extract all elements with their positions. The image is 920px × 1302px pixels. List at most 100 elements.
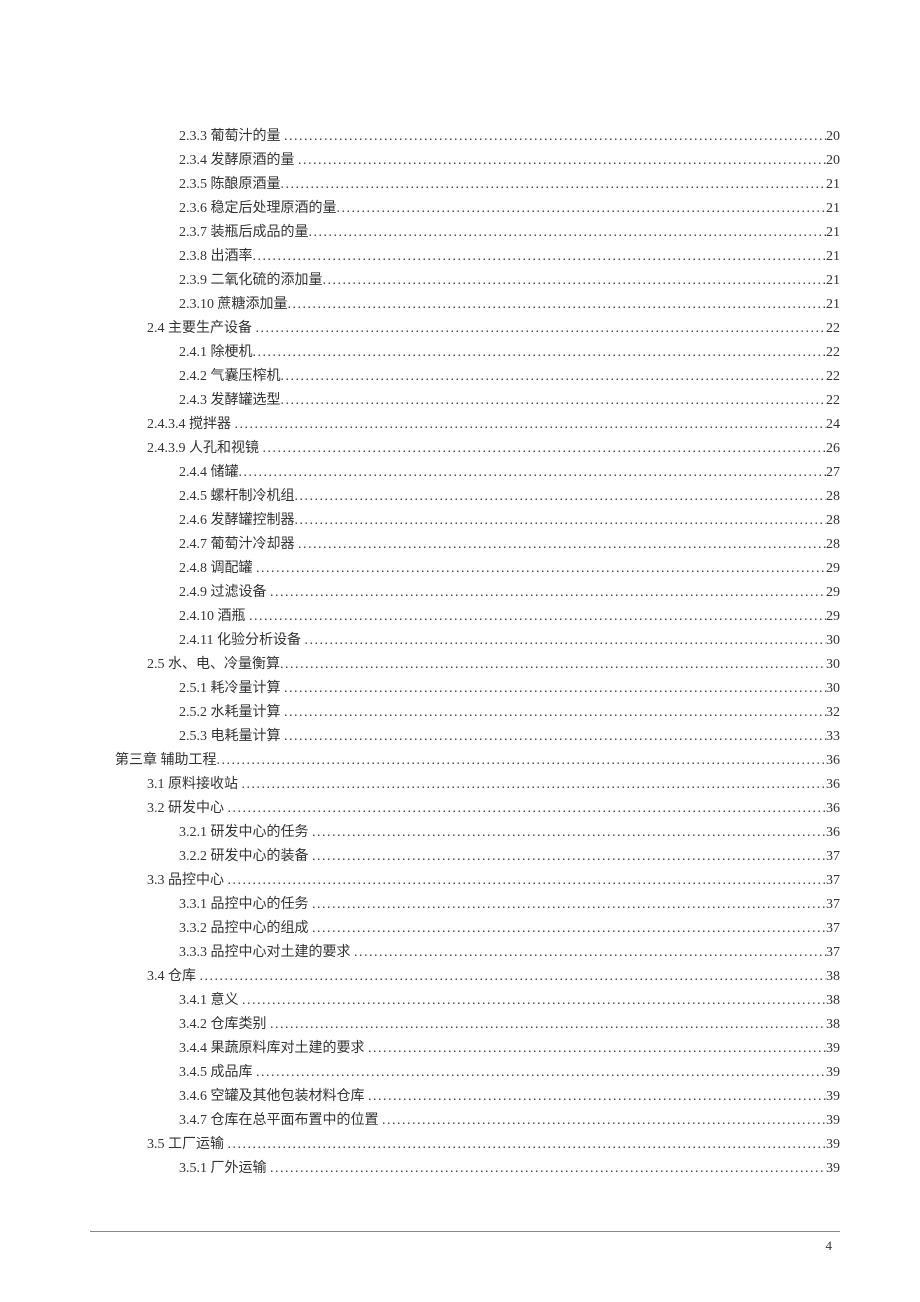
- toc-entry: 2.4.3.9 人孔和视镜 ..........................…: [115, 437, 840, 461]
- toc-entry-label: 3.4 仓库: [147, 965, 200, 989]
- toc-entry: 2.3.8 出酒率...............................…: [115, 245, 840, 269]
- toc-entry: 3.5.1 厂外运输 .............................…: [115, 1157, 840, 1181]
- toc-entry: 3.4.5 成品库 ..............................…: [115, 1061, 840, 1085]
- toc-leader-dots: ........................................…: [217, 749, 827, 773]
- toc-entry-page: 29: [826, 581, 840, 605]
- toc-entry-label: 2.3.8 出酒率: [179, 245, 253, 269]
- toc-entry-page: 36: [826, 749, 840, 773]
- toc-leader-dots: ........................................…: [239, 461, 827, 485]
- toc-entry-page: 37: [826, 917, 840, 941]
- toc-entry-label: 3.1 原料接收站: [147, 773, 242, 797]
- toc-leader-dots: ........................................…: [281, 173, 827, 197]
- toc-entry-label: 3.4.1 意义: [179, 989, 242, 1013]
- toc-entry-label: 2.3.7 装瓶后成品的量: [179, 221, 309, 245]
- toc-leader-dots: ........................................…: [284, 725, 826, 749]
- toc-entry-page: 21: [826, 269, 840, 293]
- toc-entry: 3.3 品控中心 ...............................…: [115, 869, 840, 893]
- toc-entry: 2.4.1 除梗机...............................…: [115, 341, 840, 365]
- toc-entry-label: 2.5 水、电、冷量衡算: [147, 653, 280, 677]
- footer-rule: [90, 1231, 840, 1232]
- toc-leader-dots: ........................................…: [284, 677, 826, 701]
- toc-leader-dots: ........................................…: [295, 509, 827, 533]
- toc-entry-label: 2.4.9 过滤设备: [179, 581, 270, 605]
- toc-entry-page: 29: [826, 605, 840, 629]
- toc-entry: 2.4 主要生产设备 .............................…: [115, 317, 840, 341]
- toc-entry-page: 39: [826, 1085, 840, 1109]
- toc-entry-label: 3.2.1 研发中心的任务: [179, 821, 312, 845]
- toc-page: 2.3.3 葡萄汁的量 ............................…: [0, 0, 920, 1241]
- toc-entry-label: 2.4.3.4 搅拌器: [147, 413, 235, 437]
- toc-leader-dots: ........................................…: [312, 917, 826, 941]
- toc-entry-label: 3.3.2 品控中心的组成: [179, 917, 312, 941]
- toc-entry-page: 32: [826, 701, 840, 725]
- toc-entry-page: 39: [826, 1157, 840, 1181]
- toc-entry: 2.3.7 装瓶后成品的量...........................…: [115, 221, 840, 245]
- toc-entry: 2.4.2 气囊压榨机.............................…: [115, 365, 840, 389]
- toc-leader-dots: ........................................…: [200, 965, 827, 989]
- toc-entry-page: 39: [826, 1109, 840, 1133]
- toc-entry-page: 26: [826, 437, 840, 461]
- toc-entry: 2.4.3 发酵罐选型.............................…: [115, 389, 840, 413]
- toc-entry: 第三章 辅助工程................................…: [115, 749, 840, 773]
- toc-entry-label: 3.4.4 果蔬原料库对土建的要求: [179, 1037, 368, 1061]
- toc-entry-page: 37: [826, 893, 840, 917]
- toc-leader-dots: ........................................…: [242, 989, 826, 1013]
- toc-entry-page: 36: [826, 821, 840, 845]
- toc-entry-label: 2.3.5 陈酿原酒量: [179, 173, 281, 197]
- toc-leader-dots: ........................................…: [281, 389, 827, 413]
- toc-entry-page: 21: [826, 293, 840, 317]
- toc-entry: 3.4.7 仓库在总平面布置中的位置 .....................…: [115, 1109, 840, 1133]
- toc-entry-page: 38: [826, 989, 840, 1013]
- toc-entry: 3.2.2 研发中心的装备 ..........................…: [115, 845, 840, 869]
- toc-entry: 3.2.1 研发中心的任务 ..........................…: [115, 821, 840, 845]
- toc-entry: 2.4.11 化验分析设备 ..........................…: [115, 629, 840, 653]
- toc-entry: 3.4.6 空罐及其他包装材料仓库 ......................…: [115, 1085, 840, 1109]
- toc-entry-page: 28: [826, 533, 840, 557]
- toc-entry: 3.4 仓库 .................................…: [115, 965, 840, 989]
- toc-entry-page: 24: [826, 413, 840, 437]
- toc-entry-label: 3.5 工厂运输: [147, 1133, 228, 1157]
- toc-leader-dots: ........................................…: [280, 653, 826, 677]
- toc-leader-dots: ........................................…: [263, 437, 827, 461]
- toc-leader-dots: ........................................…: [298, 533, 826, 557]
- toc-entry-page: 21: [826, 173, 840, 197]
- toc-entry-label: 3.3 品控中心: [147, 869, 228, 893]
- toc-entry-label: 3.3.1 品控中心的任务: [179, 893, 312, 917]
- toc-entry-page: 30: [826, 629, 840, 653]
- toc-leader-dots: ........................................…: [284, 701, 826, 725]
- toc-entry: 3.1 原料接收站 ..............................…: [115, 773, 840, 797]
- toc-entry: 2.5.3 电耗量计算 ............................…: [115, 725, 840, 749]
- toc-entry: 2.5.2 水耗量计算 ............................…: [115, 701, 840, 725]
- toc-entry: 2.3.4 发酵原酒的量 ...........................…: [115, 149, 840, 173]
- toc-entry: 3.2 研发中心 ...............................…: [115, 797, 840, 821]
- toc-entry-label: 2.4.3 发酵罐选型: [179, 389, 281, 413]
- toc-entry-label: 3.4.2 仓库类别: [179, 1013, 270, 1037]
- toc-leader-dots: ........................................…: [270, 1157, 826, 1181]
- toc-entry: 3.4.4 果蔬原料库对土建的要求 ......................…: [115, 1037, 840, 1061]
- toc-entry-label: 2.4.4 储罐: [179, 461, 239, 485]
- toc-entry: 2.4.6 发酵罐控制器............................…: [115, 509, 840, 533]
- toc-leader-dots: ........................................…: [312, 893, 826, 917]
- toc-entry: 2.3.10 蔗糖添加量............................…: [115, 293, 840, 317]
- toc-entry-label: 2.3.10 蔗糖添加量: [179, 293, 288, 317]
- toc-entry-page: 22: [826, 389, 840, 413]
- toc-leader-dots: ........................................…: [270, 581, 826, 605]
- toc-entry: 2.4.3.4 搅拌器 ............................…: [115, 413, 840, 437]
- toc-entry-page: 38: [826, 1013, 840, 1037]
- toc-entry: 3.5 工厂运输 ...............................…: [115, 1133, 840, 1157]
- toc-entry: 2.3.3 葡萄汁的量 ............................…: [115, 125, 840, 149]
- toc-entry: 2.3.9 二氧化硫的添加量..........................…: [115, 269, 840, 293]
- toc-entry-page: 39: [826, 1133, 840, 1157]
- toc-entry-page: 22: [826, 341, 840, 365]
- table-of-contents: 2.3.3 葡萄汁的量 ............................…: [115, 125, 840, 1181]
- toc-entry-label: 2.3.6 稳定后处理原酒的量: [179, 197, 337, 221]
- toc-leader-dots: ........................................…: [270, 1013, 826, 1037]
- page-number: 4: [826, 1238, 833, 1254]
- toc-entry-page: 21: [826, 221, 840, 245]
- toc-entry-label: 2.5.2 水耗量计算: [179, 701, 284, 725]
- toc-entry-label: 2.5.1 耗冷量计算: [179, 677, 284, 701]
- toc-entry-label: 2.4.8 调配罐: [179, 557, 256, 581]
- toc-entry-page: 36: [826, 797, 840, 821]
- toc-leader-dots: ........................................…: [382, 1109, 826, 1133]
- toc-entry-page: 33: [826, 725, 840, 749]
